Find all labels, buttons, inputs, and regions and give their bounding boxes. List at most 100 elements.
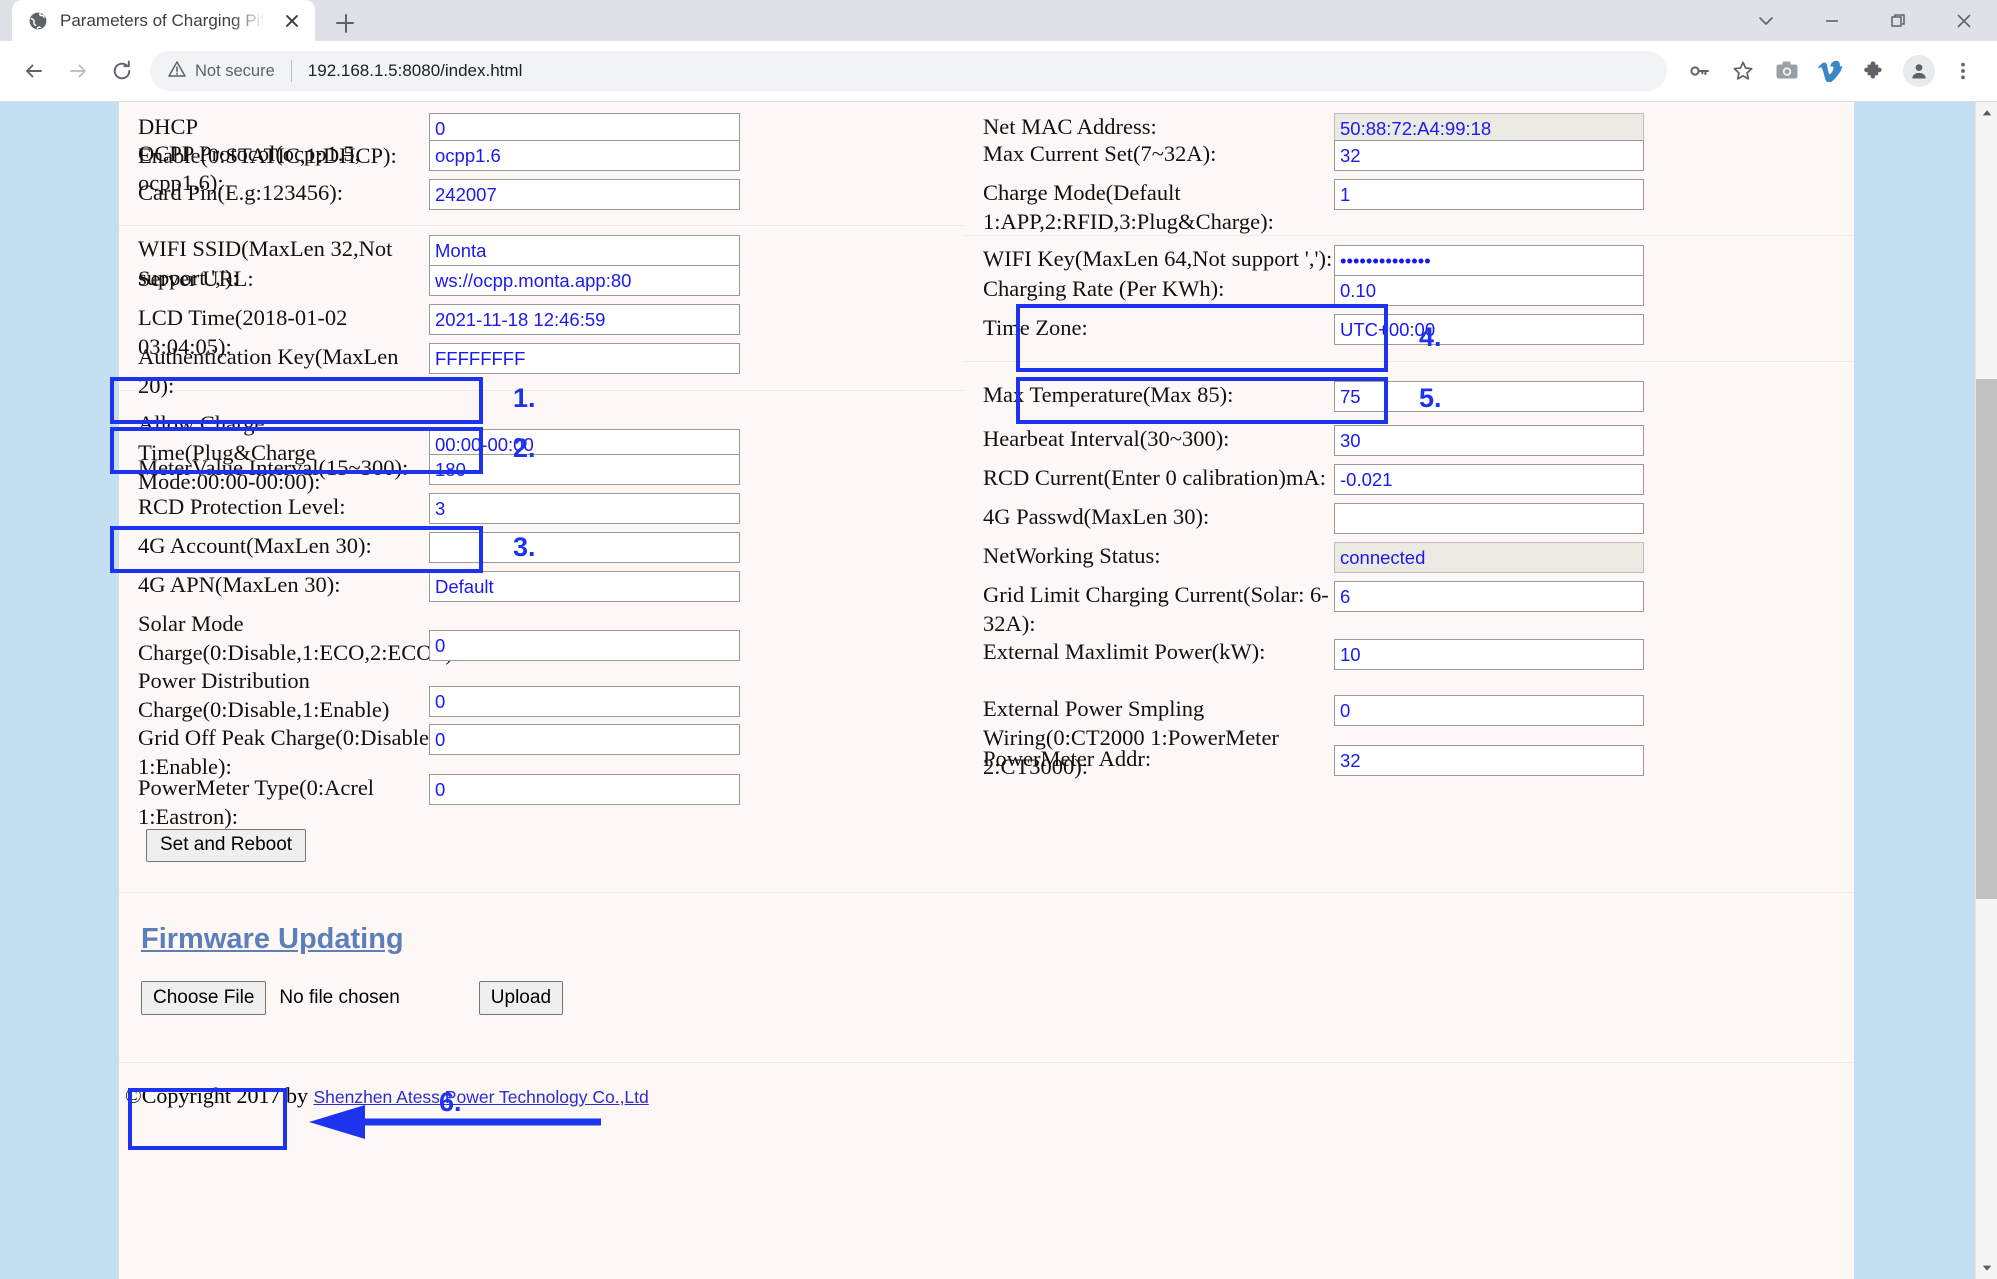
field-label: Charging Rate (Per KWh): — [983, 276, 1225, 301]
minimize-icon[interactable] — [1799, 0, 1865, 41]
form-row: Card Pin(E.g:123456): — [119, 179, 964, 225]
form-row: 4G Passwd(MaxLen 30): — [964, 503, 1854, 542]
window-close-icon[interactable] — [1931, 0, 1997, 41]
tab-close-icon[interactable] — [281, 10, 303, 32]
restore-icon[interactable] — [1865, 0, 1931, 41]
page-scrollbar[interactable] — [1975, 102, 1997, 1279]
form-row: OCPP Protocol(ocpp1.5, ocpp1.6): — [119, 140, 964, 195]
field-label: WIFI Key(MaxLen 64,Not support ','): — [983, 246, 1333, 271]
form-row: PowerMeter Type(0:Acrel 1:Eastron): — [119, 774, 964, 829]
charge-mode-input[interactable] — [1334, 179, 1644, 210]
charging-rate-input[interactable] — [1334, 275, 1644, 306]
powermeter-type-input[interactable] — [429, 774, 740, 805]
annotation-number-2: 2. — [513, 433, 536, 463]
scroll-down-arrow-icon[interactable] — [1976, 1257, 1997, 1279]
profile-avatar-icon[interactable] — [1903, 55, 1935, 87]
form-row: PowerMeter Addr: — [964, 745, 1854, 787]
field-label: 4G Passwd(MaxLen 30): — [983, 504, 1210, 529]
forward-arrow-icon[interactable] — [56, 49, 100, 93]
puzzle-extension-icon[interactable] — [1853, 49, 1897, 93]
form-row: Max Temperature(Max 85): — [964, 362, 1854, 425]
vimeo-icon[interactable] — [1809, 49, 1853, 93]
browser-chrome: Parameters of Charging Pile Web — [0, 0, 1997, 102]
solar-mode-charge-input[interactable] — [429, 630, 740, 661]
annotation-number-5: 5. — [1419, 383, 1442, 413]
field-label: Grid Limit Charging Current(Solar: 6-32A… — [983, 582, 1329, 636]
rcd-protection-level-input[interactable] — [429, 493, 740, 524]
4g-apn-input[interactable] — [429, 571, 740, 602]
browser-toolbar: Not secure 192.168.1.5:8080/index.html — [0, 41, 1997, 101]
power-distribution-charge-input[interactable] — [429, 686, 740, 717]
card-pin-input[interactable] — [429, 179, 740, 210]
4g-passwd-input[interactable] — [1334, 503, 1644, 534]
upload-button[interactable]: Upload — [478, 980, 564, 1015]
annotation-number-3: 3. — [513, 532, 536, 562]
firmware-section: Firmware Updating — [119, 893, 1854, 956]
field-label: Net MAC Address: — [983, 114, 1157, 139]
firmware-updating-link[interactable]: Firmware Updating — [141, 923, 404, 956]
field-label: PowerMeter Addr: — [983, 746, 1152, 771]
security-status[interactable]: Not secure — [168, 60, 275, 83]
address-bar[interactable]: Not secure 192.168.1.5:8080/index.html — [150, 51, 1667, 91]
external-maxlimit-power-input[interactable] — [1334, 639, 1644, 670]
form-row: External Maxlimit Power(kW): — [964, 638, 1854, 695]
external-power-sampling-wiring-input[interactable] — [1334, 695, 1644, 726]
server-url-input[interactable] — [429, 265, 740, 296]
back-arrow-icon[interactable] — [12, 49, 56, 93]
form-row: DHCP Enable(0:STATIC,1:DHCP): — [119, 102, 964, 168]
max-current-set-input[interactable] — [1334, 140, 1644, 171]
form-row: WIFI Key(MaxLen 64,Not support ','): — [964, 236, 1854, 276]
form-row: 4G APN(MaxLen 30): — [119, 571, 964, 610]
three-dot-menu-icon[interactable] — [1941, 49, 1985, 93]
rcd-current-input[interactable] — [1334, 464, 1644, 495]
ocpp-protocol-input[interactable] — [429, 140, 740, 171]
set-and-reboot-button[interactable]: Set and Reboot — [146, 829, 307, 862]
form-row: Time Zone: — [964, 314, 1854, 361]
time-zone-input[interactable] — [1334, 314, 1644, 345]
field-label: MeterValue Interval(15~300): — [138, 455, 409, 480]
chevron-down-icon[interactable] — [1733, 0, 1799, 41]
field-label: RCD Current(Enter 0 calibration)mA: — [983, 465, 1327, 490]
url-text[interactable]: 192.168.1.5:8080/index.html — [308, 61, 523, 81]
authentication-key-input[interactable] — [429, 343, 740, 374]
field-label: RCD Protection Level: — [138, 494, 346, 519]
wifi-ssid-input[interactable] — [429, 235, 740, 266]
form-row: External Power Smpling Wiring(0:CT2000 1… — [964, 695, 1854, 779]
field-label: Hearbeat Interval(30~300): — [983, 426, 1230, 451]
form-row: Net MAC Address: — [964, 102, 1854, 144]
grid-limit-charging-current-input[interactable] — [1334, 581, 1644, 612]
field-label: Card Pin(E.g:123456): — [138, 180, 343, 205]
scroll-up-arrow-icon[interactable] — [1976, 102, 1997, 124]
left-column: DHCP Enable(0:STATIC,1:DHCP): OCPP Proto… — [119, 102, 964, 862]
form-row: RCD Current(Enter 0 calibration)mA: — [964, 464, 1854, 503]
field-label: Charge Mode(Default 1:APP,2:RFID,3:Plug&… — [983, 180, 1274, 234]
powermeter-addr-input[interactable] — [1334, 745, 1644, 776]
field-label: Power Distribution Charge(0:Disable,1:En… — [138, 668, 390, 722]
browser-tab[interactable]: Parameters of Charging Pile Web — [12, 0, 315, 41]
warning-triangle-icon — [168, 60, 186, 83]
heartbeat-interval-input[interactable] — [1334, 425, 1644, 456]
page-content: DHCP Enable(0:STATIC,1:DHCP): OCPP Proto… — [110, 102, 1854, 1279]
lcd-time-input[interactable] — [429, 304, 740, 335]
field-label: Time Zone: — [983, 315, 1088, 340]
4g-account-input[interactable] — [429, 532, 740, 563]
form-row: MeterValue Interval(15~300): — [119, 454, 964, 493]
reload-icon[interactable] — [100, 49, 144, 93]
wifi-key-input[interactable] — [1334, 245, 1644, 276]
camera-icon[interactable] — [1765, 49, 1809, 93]
new-tab-button[interactable] — [323, 5, 367, 41]
tab-title: Parameters of Charging Pile Web — [60, 10, 269, 30]
form-row: RCD Protection Level: — [119, 493, 964, 532]
grid-off-peak-charge-input[interactable] — [429, 724, 740, 755]
key-icon[interactable] — [1677, 49, 1721, 93]
form-row: LCD Time(2018-01-02 03:04:05): — [119, 304, 964, 359]
max-temperature-input[interactable] — [1334, 381, 1644, 412]
choose-file-button[interactable]: Choose File — [141, 980, 267, 1015]
omnibox-divider — [290, 60, 292, 82]
metervalue-interval-input[interactable] — [429, 454, 740, 485]
right-column: Net MAC Address: Max Current Set(7~32A):… — [964, 102, 1854, 862]
page-viewport: DHCP Enable(0:STATIC,1:DHCP): OCPP Proto… — [0, 102, 1997, 1279]
star-icon[interactable] — [1721, 49, 1765, 93]
scrollbar-thumb[interactable] — [1976, 379, 1997, 899]
form-grid: DHCP Enable(0:STATIC,1:DHCP): OCPP Proto… — [119, 102, 1854, 862]
